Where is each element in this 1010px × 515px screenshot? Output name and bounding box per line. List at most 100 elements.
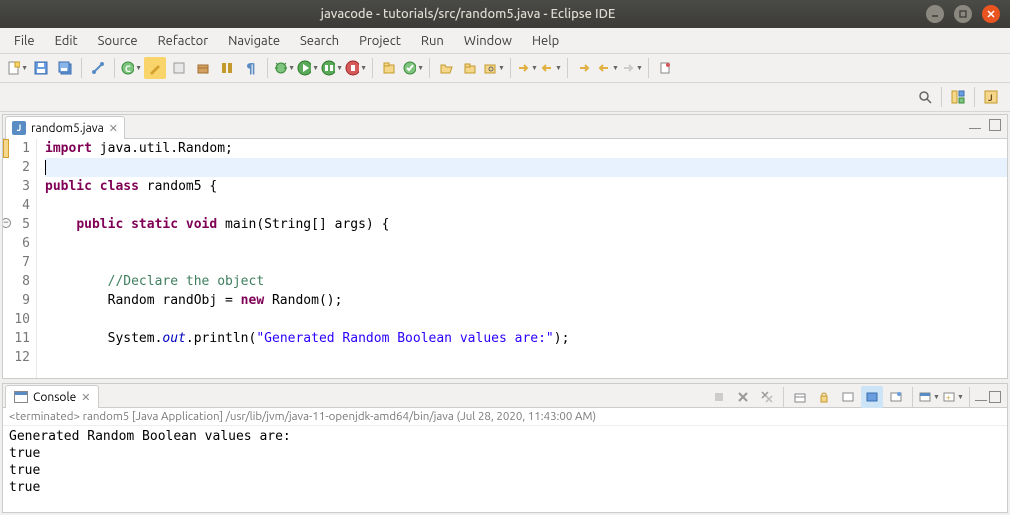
back-icon: [597, 61, 611, 75]
clear-console-button[interactable]: [789, 386, 811, 408]
quick-access-button[interactable]: [914, 86, 936, 108]
code-editor[interactable]: 12345−6789101112 import java.util.Random…: [3, 139, 1007, 378]
line-number: 3: [3, 177, 30, 196]
code-line[interactable]: [45, 158, 1007, 177]
toggle-block-button[interactable]: [216, 57, 238, 79]
toggle-mark-button[interactable]: [144, 57, 166, 79]
editor-tab[interactable]: J random5.java ✕: [5, 116, 125, 139]
maximize-view-button[interactable]: [989, 119, 1001, 131]
folder-icon: [463, 61, 477, 75]
pin-editor-button[interactable]: [654, 57, 676, 79]
code-line[interactable]: public static void main(String[] args) {: [45, 215, 1007, 234]
save-all-button[interactable]: [54, 57, 76, 79]
code-line[interactable]: [45, 348, 1007, 367]
menu-run[interactable]: Run: [411, 31, 454, 51]
console-status-text: random5 [Java Application] /usr/lib/jvm/…: [83, 410, 597, 423]
java-perspective-icon: J: [983, 89, 999, 105]
code-line[interactable]: import java.util.Random;: [45, 139, 1007, 158]
new-button[interactable]: ▼: [6, 57, 28, 79]
line-number: 6: [3, 234, 30, 253]
menu-help[interactable]: Help: [522, 31, 569, 51]
last-edit-button[interactable]: [573, 57, 595, 79]
open-console-icon: +: [942, 390, 956, 404]
pin-icon: [658, 61, 672, 75]
menu-search[interactable]: Search: [290, 31, 349, 51]
forward-button[interactable]: ▼: [621, 57, 643, 79]
back-button[interactable]: ▼: [597, 57, 619, 79]
toolbar-separator: [648, 58, 649, 78]
minimize-view-button[interactable]: [969, 121, 981, 129]
external-tools-button[interactable]: ▼: [345, 57, 367, 79]
code-line[interactable]: [45, 196, 1007, 215]
menu-file[interactable]: File: [4, 31, 45, 51]
window-minimize-button[interactable]: [926, 5, 944, 23]
new-package-button[interactable]: [192, 57, 214, 79]
toolbar-separator: [510, 58, 511, 78]
toolbar-separator: [783, 387, 784, 407]
tab-close-button[interactable]: ✕: [109, 122, 118, 135]
console-tab[interactable]: Console ✕: [5, 385, 99, 408]
package-icon: [196, 61, 210, 75]
menu-project[interactable]: Project: [349, 31, 411, 51]
menu-navigate[interactable]: Navigate: [218, 31, 290, 51]
menu-source[interactable]: Source: [88, 31, 148, 51]
save-button[interactable]: [30, 57, 52, 79]
run-button[interactable]: ▼: [297, 57, 319, 79]
code-line[interactable]: [45, 310, 1007, 329]
remove-launch-button[interactable]: [732, 386, 754, 408]
new-java-project-button[interactable]: [378, 57, 400, 79]
display-selected-console-button[interactable]: ▼: [918, 386, 940, 408]
console-tab-close-button[interactable]: ✕: [81, 391, 90, 404]
coverage-button[interactable]: ▼: [321, 57, 343, 79]
open-resource-button[interactable]: [459, 57, 481, 79]
menu-refactor[interactable]: Refactor: [148, 31, 219, 51]
terminate-button[interactable]: [708, 386, 730, 408]
open-perspective-button[interactable]: [947, 86, 969, 108]
toolbar-separator: [267, 58, 268, 78]
pin-console-button[interactable]: [885, 386, 907, 408]
show-console-button[interactable]: [861, 386, 883, 408]
java-file-icon: J: [12, 121, 26, 135]
search-button[interactable]: ▼: [483, 57, 505, 79]
line-number: 9: [3, 291, 30, 310]
menu-window[interactable]: Window: [454, 31, 522, 51]
debug-icon: [273, 60, 287, 76]
code-content[interactable]: import java.util.Random; public class ran…: [37, 139, 1007, 378]
code-line[interactable]: //Declare the object: [45, 272, 1007, 291]
console-minimize-button[interactable]: [975, 393, 987, 401]
open-task-button[interactable]: [435, 57, 457, 79]
next-annotation-button[interactable]: ▼: [516, 57, 538, 79]
code-line[interactable]: System.out.println("Generated Random Boo…: [45, 329, 1007, 348]
code-line[interactable]: public class random5 {: [45, 177, 1007, 196]
console-maximize-button[interactable]: [989, 391, 1001, 403]
fold-toggle[interactable]: −: [3, 218, 11, 228]
remove-all-button[interactable]: [756, 386, 778, 408]
new-java-class-button[interactable]: [168, 57, 190, 79]
open-type-icon: C: [120, 60, 134, 76]
window-close-button[interactable]: [982, 5, 1000, 23]
link-icon: [91, 61, 105, 75]
link-editor-button[interactable]: [87, 57, 109, 79]
console-output[interactable]: Generated Random Boolean values are: tru…: [3, 426, 1007, 512]
debug-button[interactable]: ▼: [273, 57, 295, 79]
toolbar-separator: [429, 58, 430, 78]
open-type-button[interactable]: C▼: [120, 57, 142, 79]
editor-tab-label: random5.java: [31, 122, 104, 135]
scroll-lock-button[interactable]: [813, 386, 835, 408]
open-console-button[interactable]: +▼: [942, 386, 964, 408]
window-maximize-button[interactable]: [954, 5, 972, 23]
run-icon: [297, 60, 311, 76]
code-line[interactable]: [45, 234, 1007, 253]
word-wrap-button[interactable]: [837, 386, 859, 408]
warning-marker[interactable]: [3, 139, 9, 158]
prev-annotation-button[interactable]: ▼: [540, 57, 562, 79]
show-whitespace-button[interactable]: ¶: [240, 57, 262, 79]
java-perspective-button[interactable]: J: [980, 86, 1002, 108]
save-all-icon: [57, 60, 73, 76]
new-class-wizard-button[interactable]: ▼: [402, 57, 424, 79]
pilcrow-icon: ¶: [247, 61, 256, 75]
menu-edit[interactable]: Edit: [45, 31, 88, 51]
line-number: 2: [3, 158, 30, 177]
code-line[interactable]: [45, 253, 1007, 272]
code-line[interactable]: Random randObj = new Random();: [45, 291, 1007, 310]
